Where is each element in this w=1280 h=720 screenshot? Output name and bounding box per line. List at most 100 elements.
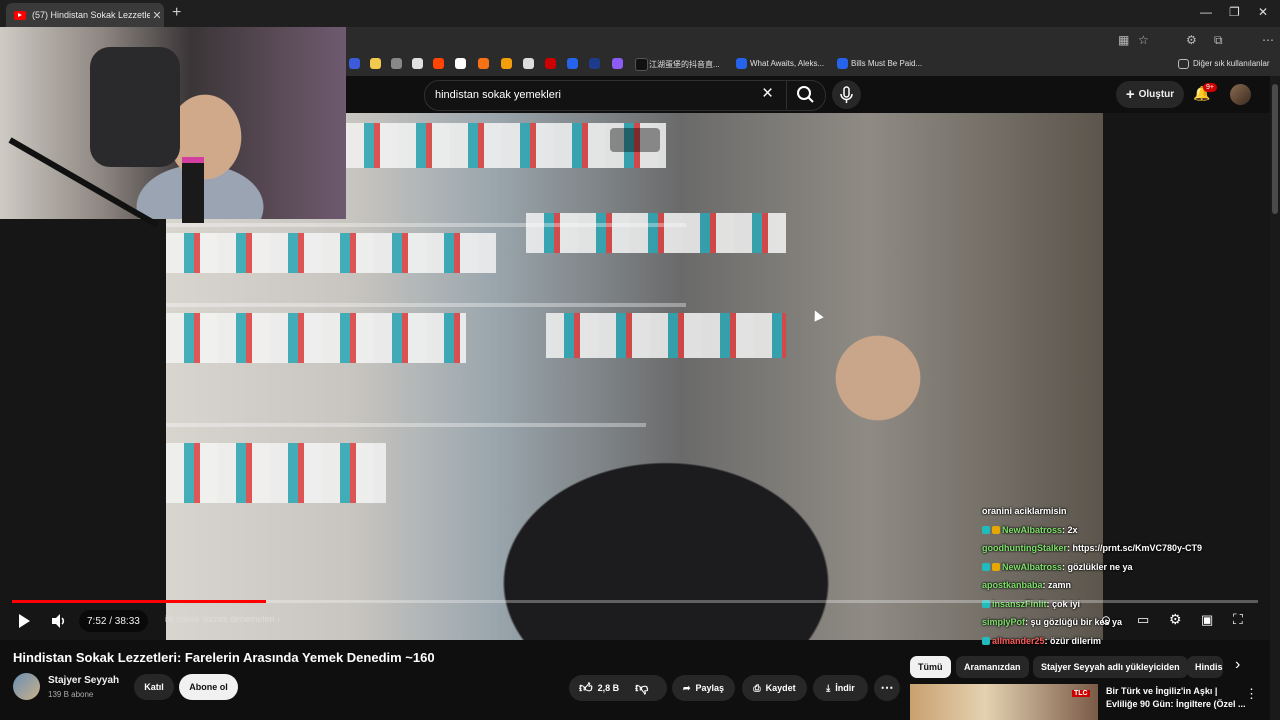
tab-close-icon[interactable]: ✕	[150, 9, 164, 22]
badge-icon	[982, 637, 990, 646]
filter-chip-from-search[interactable]: Aramanızdan	[956, 656, 1029, 678]
favorite-star-icon[interactable]: ☆	[1138, 33, 1149, 47]
shelf	[166, 423, 646, 427]
other-bookmarks[interactable]: Diğer sık kullanılanlar	[1193, 59, 1269, 68]
bookmark-icon[interactable]	[455, 58, 466, 69]
chat-message: NewAlbatross: 2x	[982, 525, 1242, 544]
bookmark-icon[interactable]	[736, 58, 747, 69]
scrollbar-thumb[interactable]	[1272, 84, 1278, 214]
bookmark-icon[interactable]	[391, 58, 402, 69]
create-label: Oluştur	[1138, 89, 1175, 100]
notification-badge: 9+	[1203, 83, 1217, 92]
chat-user: apostkanbaba	[982, 580, 1043, 590]
autoplay-toggle-icon[interactable]: ⊙	[1101, 613, 1111, 627]
minimize-button[interactable]: —	[1200, 5, 1212, 19]
settings-gear-icon[interactable]: ⚙	[1169, 611, 1182, 628]
bookmark-label[interactable]: 江湖蛋堡的抖音直...	[649, 59, 720, 70]
shelf-boxes	[166, 313, 466, 363]
bookmark-icon[interactable]	[567, 58, 578, 69]
extensions-icon[interactable]: ⚙	[1186, 33, 1197, 47]
chat-message: goodhuntingStalker: https://prnt.sc/KmVC…	[982, 543, 1203, 553]
bookmark-icon[interactable]	[412, 58, 423, 69]
share-icon: ➦	[682, 682, 691, 693]
share-button[interactable]: ➦ Paylaş	[672, 675, 735, 701]
video-overlay-icons[interactable]	[610, 128, 660, 152]
chat-user: allmander25	[992, 635, 1045, 646]
create-button[interactable]: + Oluştur	[1116, 81, 1184, 108]
more-actions-icon[interactable]: ⋯	[874, 675, 900, 701]
bookmark-icon[interactable]	[523, 58, 534, 69]
like-count[interactable]: 2,8 B	[598, 683, 620, 693]
play-icon	[19, 614, 30, 628]
save-button[interactable]: ⎙ Kaydet	[742, 675, 807, 701]
bookmark-icon[interactable]	[370, 58, 381, 69]
close-window-button[interactable]: ✕	[1258, 5, 1268, 19]
collections-icon[interactable]: ⧉	[1214, 33, 1223, 48]
bookmark-icon[interactable]	[478, 58, 489, 69]
bookmark-label[interactable]: What Awaits, Aleks...	[750, 59, 824, 68]
chapter-label: ilk sokak lezzeti denemeleri	[165, 614, 275, 624]
plus-icon: +	[1125, 86, 1135, 103]
recommended-thumbnail[interactable]: TLC	[910, 684, 1098, 720]
chat-message: oranini aciklarmisin	[982, 506, 1242, 525]
account-avatar[interactable]	[1230, 84, 1251, 105]
bookmark-label[interactable]: Bills Must Be Paid...	[851, 59, 922, 68]
subtitles-icon[interactable]: ▭	[1137, 612, 1149, 628]
like-dislike-group: 👍︎ 2,8 B 👎︎	[569, 675, 667, 701]
chat-message: apostkanbaba: zamn	[982, 580, 1072, 590]
search-value: hindistan sokak yemekleri	[435, 89, 561, 101]
reading-view-icon[interactable]: ▦	[1118, 33, 1129, 47]
new-tab-button[interactable]: +	[172, 4, 181, 22]
subscriber-count: 139 B abone	[48, 690, 94, 699]
clear-search-icon[interactable]: ×	[762, 83, 773, 105]
reddit-icon[interactable]	[433, 58, 444, 69]
like-icon[interactable]: 👍︎	[579, 680, 593, 696]
bookmark-icon[interactable]	[837, 58, 848, 69]
filter-chip-hindistan[interactable]: Hindis	[1187, 656, 1223, 678]
chevron-right-icon[interactable]: ›	[1235, 656, 1240, 674]
theater-mode-icon[interactable]: ▣	[1201, 612, 1213, 628]
channel-avatar[interactable]	[13, 673, 40, 700]
search-input[interactable]: hindistan sokak yemekleri ×	[424, 80, 826, 111]
bookmark-icon[interactable]	[501, 58, 512, 69]
gaming-chair	[90, 47, 180, 167]
bookmark-icon[interactable]	[545, 58, 556, 69]
search-icon	[797, 86, 814, 103]
filter-chip-from-uploader[interactable]: Stajyer Seyyah adlı yükleyiciden	[1033, 656, 1188, 678]
menu-dots-icon[interactable]: ⋯	[1262, 33, 1274, 47]
voice-search-button[interactable]	[832, 80, 861, 109]
join-button[interactable]: Katıl	[134, 674, 174, 700]
youtube-favicon-icon	[14, 10, 26, 20]
chat-user: NewAlbatross	[1002, 524, 1063, 535]
bookmark-icon[interactable]	[349, 58, 360, 69]
shelf-boxes	[546, 313, 786, 358]
filter-chip-all[interactable]: Tümü	[910, 656, 951, 678]
search-button[interactable]	[786, 80, 825, 109]
chapter-title[interactable]: ilk sokak lezzeti denemeleri ›	[165, 614, 280, 624]
subscribe-button[interactable]: Abone ol	[179, 674, 238, 700]
microphone	[182, 157, 204, 223]
dislike-icon[interactable]: 👎︎	[635, 680, 648, 696]
bookmark-icon: ⎙	[753, 682, 761, 693]
bookmark-icon[interactable]	[589, 58, 600, 69]
tiktok-icon[interactable]	[635, 58, 648, 71]
bookmark-icon[interactable]	[612, 58, 623, 69]
chat-user: NewAlbatross	[1002, 561, 1063, 572]
download-button[interactable]: ⤓ İndir	[813, 675, 868, 701]
recommended-title[interactable]: Bir Türk ve İngiliz'in Aşkı | Evliliğe 9…	[1106, 685, 1246, 711]
chat-text: oranini aciklarmisin	[982, 506, 1067, 516]
volume-button[interactable]	[50, 612, 68, 633]
browser-tab[interactable]: (57) Hindistan Sokak Lezzetleri: Fa ✕	[6, 3, 164, 27]
play-button[interactable]	[16, 612, 32, 633]
chat-overlay: oranini aciklarmisin NewAlbatross: 2x go…	[982, 506, 1242, 654]
shelf-boxes	[166, 443, 386, 503]
restore-button[interactable]: ❐	[1229, 5, 1240, 19]
shelf	[166, 303, 686, 307]
fullscreen-icon[interactable]: ⛶	[1233, 611, 1243, 628]
shelf	[166, 223, 686, 227]
download-label: İndir	[835, 683, 855, 693]
channel-name[interactable]: Stajyer Seyyah	[48, 675, 119, 686]
shelf-boxes	[526, 213, 786, 253]
more-vert-icon[interactable]: ⋮	[1245, 686, 1258, 702]
volume-icon	[52, 614, 65, 628]
